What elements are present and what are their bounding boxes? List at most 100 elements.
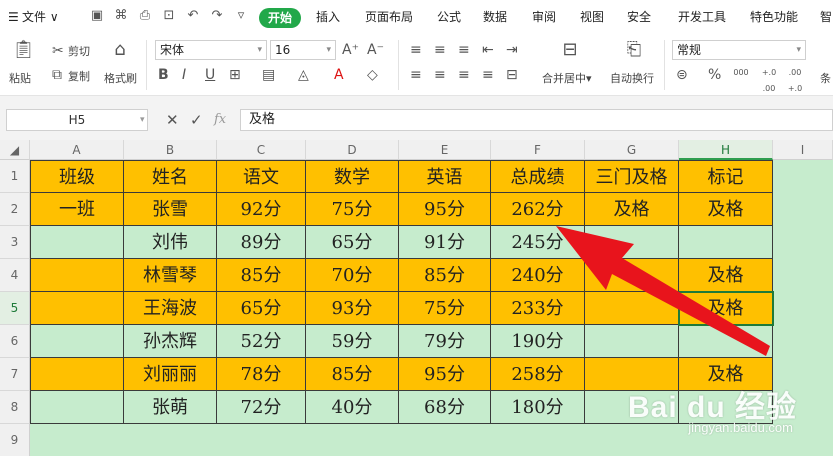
copy-button[interactable]: 复制 [68,68,90,84]
row-header-9[interactable]: 9 [0,424,30,456]
cell-a3[interactable] [30,226,124,259]
cell-b6[interactable]: 孙杰辉 [124,325,217,358]
cell-a8[interactable] [30,391,124,424]
select-all-corner[interactable]: ◢ [0,140,30,160]
cell-c8[interactable]: 72分 [217,391,306,424]
empty-cell[interactable] [773,160,833,193]
row-header-7[interactable]: 7 [0,358,30,391]
cell-d2[interactable]: 75分 [306,193,399,226]
column-header-g[interactable]: G [585,140,679,160]
distribute-icon[interactable]: ⊟ [506,67,518,83]
cell-a2[interactable]: 一班 [30,193,124,226]
cell-c5[interactable]: 65分 [217,292,306,325]
cell-g5[interactable] [585,292,679,325]
number-format-select[interactable]: 常规 ▾ [672,40,806,60]
tab-page-layout[interactable]: 页面布局 [365,0,413,34]
merge-center-icon[interactable]: ⊟ [558,41,582,59]
cell-d3[interactable]: 65分 [306,226,399,259]
cell-c3[interactable]: 89分 [217,226,306,259]
increase-decimal-button[interactable]: +.0 .00 [758,65,780,97]
cell-e7[interactable]: 95分 [399,358,491,391]
tab-view[interactable]: 视图 [580,0,604,34]
cell-b1[interactable]: 姓名 [124,160,217,193]
cell-style-icon[interactable]: ▤ [262,67,275,83]
increase-font-icon[interactable]: A⁺ [342,42,359,58]
tab-review[interactable]: 审阅 [532,0,556,34]
copy-icon[interactable]: ⧉ [52,67,62,83]
cell-f7[interactable]: 258分 [491,358,585,391]
print-preview-icon[interactable]: ⊡ [162,9,176,23]
cell-b8[interactable]: 张萌 [124,391,217,424]
cell-d6[interactable]: 59分 [306,325,399,358]
decrease-font-icon[interactable]: A⁻ [367,42,384,58]
cell-f5[interactable]: 233分 [491,292,585,325]
format-painter-icon[interactable]: ⌂ [110,41,130,59]
column-header-f[interactable]: F [491,140,585,160]
cell-f3[interactable]: 245分 [491,226,585,259]
cell-f2[interactable]: 262分 [491,193,585,226]
row-header-6[interactable]: 6 [0,325,30,358]
align-right-icon[interactable]: ≡ [458,67,470,83]
cell-d5[interactable]: 93分 [306,292,399,325]
wrap-text-icon[interactable]: ⎗ [622,41,646,59]
tab-developer[interactable]: 开发工具 [678,0,726,34]
file-menu[interactable]: 文件 ∨ [22,0,59,34]
cell-e4[interactable]: 85分 [399,259,491,292]
cell-d7[interactable]: 85分 [306,358,399,391]
cell-a4[interactable] [30,259,124,292]
cell-b7[interactable]: 刘丽丽 [124,358,217,391]
cell-c6[interactable]: 52分 [217,325,306,358]
cell-d4[interactable]: 70分 [306,259,399,292]
format-painter-label[interactable]: 格式刷 [104,70,137,86]
empty-cell[interactable] [773,193,833,226]
underline-button[interactable]: U [205,67,215,83]
column-header-h[interactable]: H [679,140,773,160]
align-center-icon[interactable]: ≡ [434,67,446,83]
column-header-d[interactable]: D [306,140,399,160]
cancel-icon[interactable]: ✕ [166,112,179,128]
redo-icon[interactable]: ↷ [210,9,224,23]
cell-g3[interactable] [585,226,679,259]
tab-smart[interactable]: 智 [820,0,832,34]
border-icon[interactable]: ⊞ [229,67,241,83]
cell-f8[interactable]: 180分 [491,391,585,424]
percent-button[interactable]: % [708,67,721,83]
tab-formulas[interactable]: 公式 [437,0,461,34]
customize-dropdown-icon[interactable]: ▿ [234,9,248,23]
bold-button[interactable]: B [158,67,169,83]
font-name-select[interactable]: 宋体 ▾ [155,40,267,60]
cell-g2[interactable]: 及格 [585,193,679,226]
cell-c4[interactable]: 85分 [217,259,306,292]
cell-d1[interactable]: 数学 [306,160,399,193]
row-header-2[interactable]: 2 [0,193,30,226]
cell-f1[interactable]: 总成绩 [491,160,585,193]
italic-button[interactable]: I [182,67,186,83]
font-size-select[interactable]: 16 ▾ [270,40,336,60]
empty-cell[interactable] [773,259,833,292]
cut-icon[interactable]: ✂ [52,43,64,59]
print-icon[interactable]: ⎙ [138,9,152,23]
cut-button[interactable]: 剪切 [68,43,90,59]
cell-e3[interactable]: 91分 [399,226,491,259]
undo-icon[interactable]: ↶ [186,9,200,23]
name-box[interactable]: H5 [6,109,148,131]
row-header-1[interactable]: 1 [0,160,30,193]
currency-icon[interactable]: ⊜ [676,67,688,83]
cell-h1[interactable]: 标记 [679,160,773,193]
cell-c2[interactable]: 92分 [217,193,306,226]
insert-function-button[interactable]: fx [214,112,226,128]
align-bottom-icon[interactable]: ≡ [458,42,470,58]
cell-f6[interactable]: 190分 [491,325,585,358]
column-header-c[interactable]: C [217,140,306,160]
cell-g4[interactable] [585,259,679,292]
cell-b3[interactable]: 刘伟 [124,226,217,259]
tab-home[interactable]: 开始 [259,8,302,28]
fill-color-icon[interactable]: ◬ [298,67,309,83]
merge-center-button[interactable]: 合并居中▾ [542,70,592,86]
align-top-icon[interactable]: ≡ [410,42,422,58]
row-header-4[interactable]: 4 [0,259,30,292]
cell-a1[interactable]: 班级 [30,160,124,193]
column-header-i[interactable]: I [773,140,833,160]
tab-special-features[interactable]: 特色功能 [750,0,798,34]
row-header-8[interactable]: 8 [0,391,30,424]
